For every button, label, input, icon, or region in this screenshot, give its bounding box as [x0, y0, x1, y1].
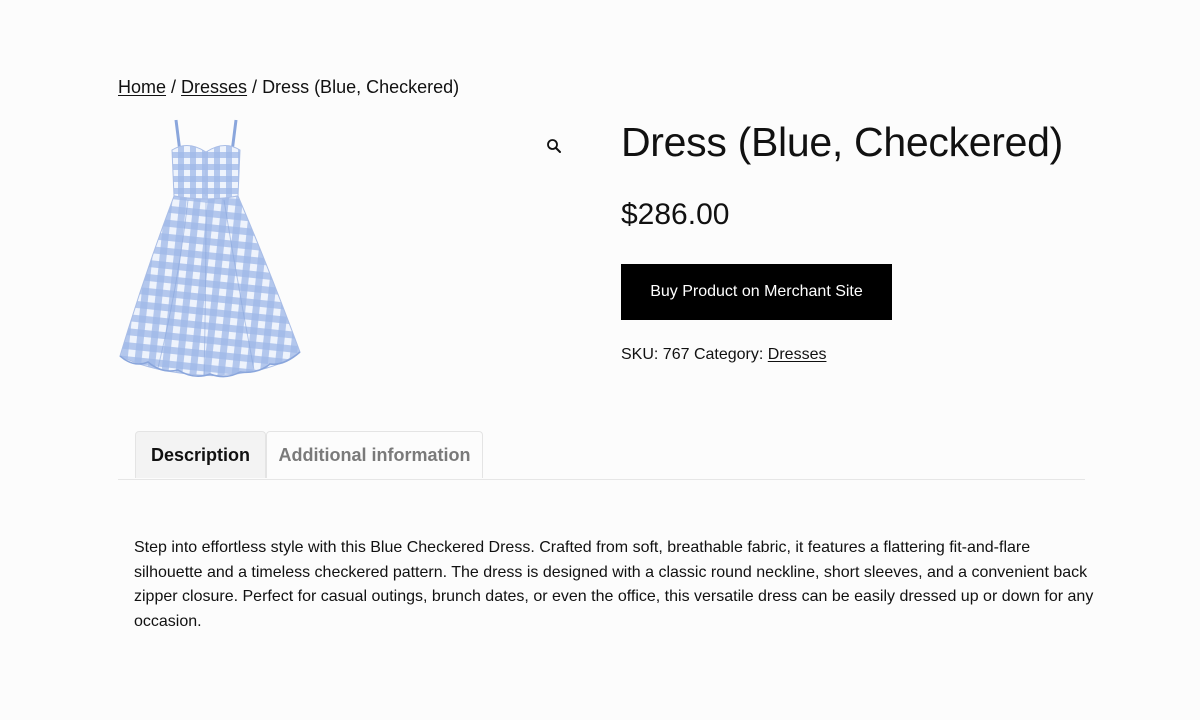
product-image[interactable] [118, 116, 302, 382]
product-page: Home / Dresses / Dress (Blue, Checkered) [0, 0, 1200, 720]
product-summary: Dress (Blue, Checkered) $286.00 Buy Prod… [621, 114, 1141, 363]
sku-label: SKU: [621, 346, 659, 363]
tab-description[interactable]: Description [135, 431, 266, 478]
breadcrumb-separator: / [166, 77, 182, 97]
sku-value: 767 [662, 346, 690, 363]
product-price: $286.00 [621, 198, 730, 231]
breadcrumb-home-link[interactable]: Home [118, 77, 166, 97]
tab-additional-information[interactable]: Additional information [266, 431, 483, 478]
product-gallery [118, 114, 568, 384]
buy-product-button[interactable]: Buy Product on Merchant Site [621, 264, 892, 320]
breadcrumb-category-link[interactable]: Dresses [181, 77, 247, 97]
product-title: Dress (Blue, Checkered) [621, 119, 1063, 165]
breadcrumb: Home / Dresses / Dress (Blue, Checkered) [118, 77, 459, 98]
category-link[interactable]: Dresses [768, 346, 827, 363]
product-meta: SKU: 767 Category: Dresses [621, 346, 826, 364]
breadcrumb-current: Dress (Blue, Checkered) [262, 77, 460, 97]
category-label: Category: [693, 346, 764, 363]
product-description: Step into effortless style with this Blu… [134, 539, 1094, 631]
product-tabs: Description Additional information [118, 431, 1085, 480]
breadcrumb-separator: / [247, 77, 263, 97]
magnifier-icon[interactable] [546, 138, 562, 154]
